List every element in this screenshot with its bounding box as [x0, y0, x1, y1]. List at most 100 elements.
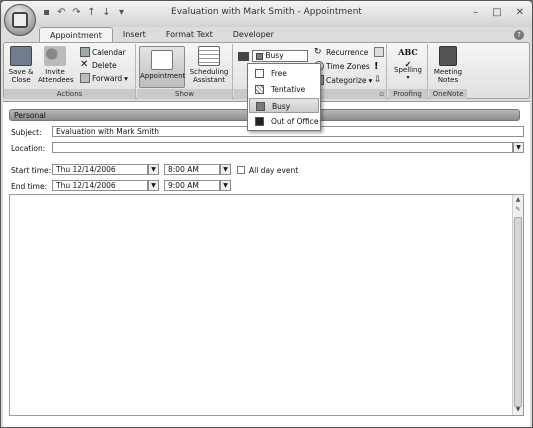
actions-group: Save & Close Invite Attendees Calendar ✕…	[4, 44, 136, 99]
time-zones-button[interactable]: Time Zones	[314, 61, 370, 71]
end-time-dropdown[interactable]: ▼	[220, 180, 231, 191]
recurrence-icon: ↻	[314, 47, 322, 57]
meeting-notes-button[interactable]: Meeting Notes	[431, 46, 465, 84]
menu-item-free[interactable]: Free	[249, 66, 319, 81]
chevron-down-icon: ▾	[368, 75, 373, 85]
start-date-dropdown[interactable]: ▼	[148, 164, 159, 175]
scheduling-assistant-button[interactable]: Scheduling Assistant	[187, 46, 231, 84]
down-arrow-icon: ⇩	[374, 75, 382, 85]
show-as-icon	[238, 52, 249, 61]
scrollbar-thumb[interactable]	[514, 217, 522, 407]
forward-label: Forward	[92, 73, 123, 83]
scheduling-icon	[198, 46, 220, 66]
end-date-dropdown[interactable]: ▼	[148, 180, 159, 191]
spelling-button[interactable]: ABC ✓ Spelling ▾	[392, 46, 424, 82]
delete-label: Delete	[92, 60, 117, 70]
menu-item-out-of-office-label: Out of Office	[271, 117, 319, 126]
menu-item-busy[interactable]: Busy	[249, 98, 319, 113]
location-input[interactable]	[52, 142, 513, 153]
tentative-swatch-icon	[255, 85, 264, 94]
all-day-label: All day event	[249, 166, 299, 175]
calendar-label: Calendar	[92, 47, 126, 57]
location-label: Location:	[11, 144, 46, 153]
forward-icon	[80, 73, 90, 83]
end-date-input[interactable]: Thu 12/14/2006	[52, 180, 148, 191]
scroll-down-icon[interactable]: ▼	[513, 405, 523, 415]
menu-item-free-label: Free	[271, 69, 287, 78]
exclamation-icon: !	[374, 61, 379, 72]
categorize-label: Categorize	[326, 75, 367, 85]
appointment-window: ▪ ↶ ↷ ↑ ↓ ▾ Evaluation with Mark Smith -…	[0, 0, 533, 428]
all-day-checkbox[interactable]	[237, 166, 245, 174]
menu-item-busy-label: Busy	[272, 102, 291, 111]
chevron-down-icon: ▾	[406, 74, 410, 81]
ribbon-tabs: Appointment Insert Format Text Developer	[39, 27, 284, 43]
end-time-input[interactable]: 9:00 AM	[164, 180, 220, 191]
calendar-button[interactable]: Calendar	[80, 47, 126, 57]
tab-format-text[interactable]: Format Text	[156, 27, 223, 43]
menu-item-tentative[interactable]: Tentative	[249, 82, 319, 97]
forward-button[interactable]: Forward ▾	[80, 73, 128, 83]
appointment-form: Personal Subject: Evaluation with Mark S…	[3, 101, 530, 427]
invite-attendees-label: Invite Attendees	[38, 68, 74, 84]
window-title: Evaluation with Mark Smith - Appointment	[171, 7, 362, 17]
minimize-icon[interactable]: –	[473, 7, 478, 18]
onenote-icon	[439, 46, 457, 66]
attendees-icon	[44, 46, 66, 66]
office-logo-icon	[12, 12, 28, 28]
appointment-icon	[151, 50, 173, 70]
appointment-view-label: Appointment	[140, 72, 186, 80]
chevron-down-icon: ▾	[124, 73, 128, 83]
meeting-notes-label: Meeting Notes	[433, 68, 463, 84]
subject-label: Subject:	[11, 128, 42, 137]
high-importance-button[interactable]: !	[374, 61, 384, 72]
start-time-input[interactable]: 8:00 AM	[164, 164, 220, 175]
busy-swatch-icon	[256, 102, 265, 111]
onenote-group-label: OneNote	[429, 89, 467, 99]
location-dropdown-arrow[interactable]: ▼	[513, 142, 524, 153]
title-bar: ▪ ↶ ↷ ↑ ↓ ▾ Evaluation with Mark Smith -…	[1, 1, 532, 27]
start-date-input[interactable]: Thu 12/14/2006	[52, 164, 148, 175]
scheduling-assistant-label: Scheduling Assistant	[189, 68, 229, 84]
private-button[interactable]	[374, 47, 384, 57]
free-swatch-icon	[255, 69, 264, 78]
calendar-icon	[80, 47, 90, 57]
proofing-group-label: Proofing	[388, 89, 427, 99]
save-close-button[interactable]: Save & Close	[8, 46, 34, 84]
ruler-icon[interactable]: ✎	[513, 205, 523, 215]
window-controls: – □ ✕	[473, 7, 524, 18]
low-importance-button[interactable]: ⇩	[374, 75, 384, 85]
appointment-view-button[interactable]: Appointment	[139, 46, 185, 88]
start-time-dropdown[interactable]: ▼	[220, 164, 231, 175]
maximize-icon[interactable]: □	[492, 7, 501, 18]
menu-item-tentative-label: Tentative	[271, 85, 306, 94]
categorize-button[interactable]: Categorize ▾	[314, 75, 372, 85]
delete-button[interactable]: ✕ Delete	[80, 60, 117, 70]
save-close-icon	[10, 46, 32, 66]
busy-swatch-icon	[256, 52, 263, 60]
close-icon[interactable]: ✕	[516, 7, 524, 18]
invite-attendees-button[interactable]: Invite Attendees	[38, 46, 74, 84]
show-group-label: Show	[137, 89, 232, 99]
scroll-up-icon[interactable]: ▲	[513, 195, 523, 205]
tab-insert[interactable]: Insert	[113, 27, 156, 43]
notes-body-editor[interactable]: ▲ ✎ ▼	[9, 194, 524, 416]
end-time-label: End time:	[11, 182, 48, 191]
spelling-label: Spelling	[394, 66, 422, 74]
spelling-icon: ABC ✓	[398, 47, 418, 69]
office-button[interactable]	[4, 4, 36, 36]
recurrence-button[interactable]: ↻ Recurrence	[314, 47, 368, 57]
help-icon[interactable]: ?	[514, 30, 524, 40]
tab-developer[interactable]: Developer	[223, 27, 284, 43]
actions-group-label: Actions	[4, 89, 135, 99]
time-zones-label: Time Zones	[326, 61, 370, 71]
lock-icon	[374, 47, 384, 57]
proofing-group: ABC ✓ Spelling ▾ Proofing	[388, 44, 428, 99]
recurrence-label: Recurrence	[326, 47, 369, 57]
show-as-value: Busy	[265, 51, 284, 60]
out-of-office-swatch-icon	[255, 117, 264, 126]
vertical-scrollbar[interactable]: ▲ ✎ ▼	[512, 195, 523, 415]
show-as-dropdown[interactable]: Busy	[252, 50, 308, 62]
menu-item-out-of-office[interactable]: Out of Office	[249, 114, 319, 129]
tab-appointment[interactable]: Appointment	[39, 27, 113, 43]
